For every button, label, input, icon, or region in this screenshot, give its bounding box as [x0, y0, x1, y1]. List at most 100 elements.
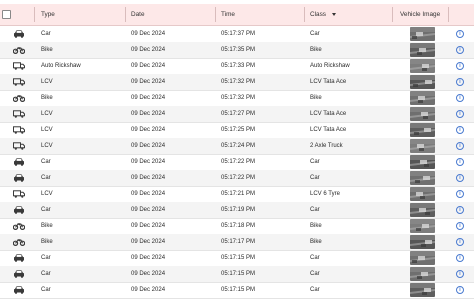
table-row[interactable]: Car 09 Dec 2024 05:17:19 PM Car i — [0, 202, 474, 219]
vehicle-image-thumbnail[interactable] — [410, 75, 435, 89]
table-row[interactable]: Car 09 Dec 2024 05:17:37 PM Car i — [0, 26, 474, 43]
info-icon[interactable]: i — [456, 206, 464, 214]
cell-date: 09 Dec 2024 — [131, 111, 166, 117]
cell-time: 05:17:24 PM — [221, 143, 256, 149]
table-row[interactable]: Car 09 Dec 2024 05:17:15 PM Car i — [0, 282, 474, 299]
table-row[interactable]: LCV 09 Dec 2024 05:17:24 PM 2 Axle Truck i — [0, 138, 474, 155]
info-icon[interactable]: i — [456, 110, 464, 118]
info-icon[interactable]: i — [456, 222, 464, 230]
info-icon[interactable]: i — [456, 46, 464, 54]
info-icon[interactable]: i — [456, 126, 464, 134]
table-row[interactable]: Auto Rickshaw 09 Dec 2024 05:17:33 PM Auto … — [0, 58, 474, 75]
cell-date: 09 Dec 2024 — [131, 143, 166, 149]
info-icon[interactable]: i — [456, 270, 464, 278]
info-icon[interactable]: i — [456, 190, 464, 198]
table-row[interactable]: Bike 09 Dec 2024 05:17:35 PM Bike i — [0, 42, 474, 59]
cell-time: 05:17:27 PM — [221, 111, 256, 117]
vehicle-image-thumbnail[interactable] — [410, 267, 435, 281]
sort-desc-icon[interactable] — [331, 12, 336, 16]
vehicle-image-thumbnail[interactable] — [410, 203, 435, 217]
cell-time: 05:17:33 PM — [221, 63, 256, 69]
vehicle-image-thumbnail[interactable] — [410, 251, 435, 265]
table-row[interactable]: LCV 09 Dec 2024 05:17:25 PM LCV Tata Ace i — [0, 122, 474, 139]
table-row[interactable]: LCV 09 Dec 2024 05:17:32 PM LCV Tata Ace i — [0, 74, 474, 91]
info-icon[interactable]: i — [456, 62, 464, 70]
select-all-checkbox[interactable] — [2, 10, 11, 19]
car-icon — [13, 270, 25, 278]
vehicle-image-thumbnail[interactable] — [410, 235, 435, 249]
cell-date: 09 Dec 2024 — [131, 31, 166, 37]
cell-type: LCV — [41, 127, 53, 133]
cell-class: Bike — [310, 95, 322, 101]
cell-date: 09 Dec 2024 — [131, 255, 166, 261]
info-icon[interactable]: i — [456, 142, 464, 150]
column-header-time[interactable]: Time — [221, 4, 235, 25]
car-icon — [13, 30, 25, 38]
info-icon[interactable]: i — [456, 238, 464, 246]
vehicle-image-thumbnail[interactable] — [410, 139, 435, 153]
cell-time: 05:17:25 PM — [221, 127, 256, 133]
vehicle-image-thumbnail[interactable] — [410, 107, 435, 121]
table-row[interactable]: LCV 09 Dec 2024 05:17:21 PM LCV 6 Tyre i — [0, 186, 474, 203]
vehicle-image-thumbnail[interactable] — [410, 187, 435, 201]
info-icon[interactable]: i — [456, 174, 464, 182]
bike-icon — [12, 222, 26, 231]
table-row[interactable]: Car 09 Dec 2024 05:17:15 PM Car i — [0, 266, 474, 283]
vehicle-image-thumbnail[interactable] — [410, 155, 435, 169]
column-header-type[interactable]: Type — [41, 4, 55, 25]
cell-type: Car — [41, 159, 51, 165]
vehicle-image-thumbnail[interactable] — [410, 59, 435, 73]
vehicle-image-thumbnail[interactable] — [410, 27, 435, 41]
vehicle-image-thumbnail[interactable] — [410, 91, 435, 105]
vehicle-image-thumbnail[interactable] — [410, 283, 435, 297]
table-row[interactable]: Car 09 Dec 2024 05:17:22 PM Car i — [0, 170, 474, 187]
truck-icon — [13, 142, 25, 150]
vehicle-image-thumbnail[interactable] — [410, 43, 435, 57]
cell-type: LCV — [41, 191, 53, 197]
column-header-date[interactable]: Date — [131, 4, 145, 25]
column-header-class[interactable]: Class — [310, 4, 336, 25]
info-icon[interactable]: i — [456, 158, 464, 166]
table-row[interactable]: Bike 09 Dec 2024 05:17:17 PM Bike i — [0, 234, 474, 251]
table-row[interactable]: Bike 09 Dec 2024 05:17:18 PM Bike i — [0, 218, 474, 235]
cell-time: 05:17:32 PM — [221, 95, 256, 101]
column-separator — [125, 7, 126, 22]
truck-icon — [13, 110, 25, 118]
cell-date: 09 Dec 2024 — [131, 63, 166, 69]
cell-time: 05:17:15 PM — [221, 255, 256, 261]
cell-type: LCV — [41, 111, 53, 117]
cell-class: Bike — [310, 223, 322, 229]
cell-type: Car — [41, 207, 51, 213]
cell-class: Car — [310, 31, 320, 37]
table-row[interactable]: LCV 09 Dec 2024 05:17:27 PM LCV Tata Ace i — [0, 106, 474, 123]
cell-time: 05:17:35 PM — [221, 47, 256, 53]
vehicle-image-thumbnail[interactable] — [410, 123, 435, 137]
vehicle-image-thumbnail[interactable] — [410, 219, 435, 233]
cell-date: 09 Dec 2024 — [131, 159, 166, 165]
cell-class: LCV 6 Tyre — [310, 191, 340, 197]
info-icon[interactable]: i — [456, 94, 464, 102]
cell-class: LCV Tata Ace — [310, 127, 347, 133]
table-row[interactable]: Bike 09 Dec 2024 05:17:32 PM Bike i — [0, 90, 474, 107]
cell-time: 05:17:22 PM — [221, 159, 256, 165]
table-row[interactable]: Car 09 Dec 2024 05:17:22 PM Car i — [0, 154, 474, 171]
cell-class: Car — [310, 159, 320, 165]
cell-type: Car — [41, 255, 51, 261]
info-icon[interactable]: i — [456, 286, 464, 294]
column-header-vehicle-image: Vehicle Image — [400, 11, 441, 18]
column-separator — [215, 7, 216, 22]
cell-class: Car — [310, 207, 320, 213]
info-icon[interactable]: i — [456, 78, 464, 86]
info-icon[interactable]: i — [456, 254, 464, 262]
cell-class: Auto Rickshaw — [310, 63, 350, 69]
cell-class: LCV Tata Ace — [310, 111, 347, 117]
column-separator — [448, 7, 449, 22]
vehicle-image-thumbnail[interactable] — [410, 171, 435, 185]
cell-date: 09 Dec 2024 — [131, 79, 166, 85]
cell-class: LCV Tata Ace — [310, 79, 347, 85]
car-icon — [13, 206, 25, 214]
table-row[interactable]: Car 09 Dec 2024 05:17:15 PM Car i — [0, 250, 474, 267]
info-icon[interactable]: i — [456, 30, 464, 38]
cell-type: LCV — [41, 143, 53, 149]
cell-type: Car — [41, 175, 51, 181]
